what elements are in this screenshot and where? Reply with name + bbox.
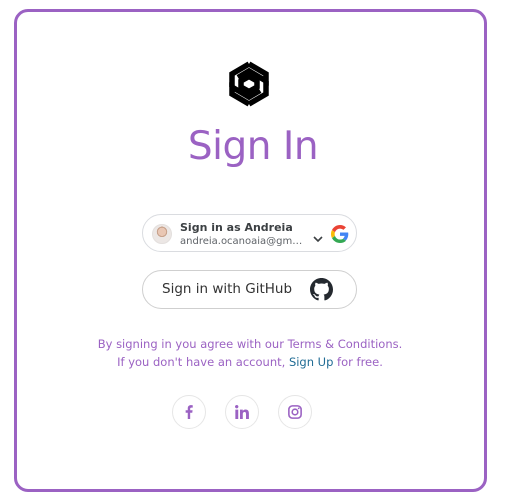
- chevron-down-icon[interactable]: [313, 235, 323, 243]
- google-signin-button[interactable]: Sign in as Andreia andreia.ocanoaia@gmai…: [142, 214, 357, 252]
- github-icon: [310, 278, 333, 301]
- instagram-button[interactable]: [278, 395, 312, 429]
- facebook-icon: [185, 405, 193, 419]
- page-title: Sign In: [187, 124, 319, 169]
- github-signin-label: Sign in with GitHub: [162, 281, 293, 297]
- brand-logo-icon: [229, 61, 269, 107]
- instagram-icon: [288, 405, 302, 419]
- google-icon: [331, 225, 349, 243]
- facebook-button[interactable]: [172, 395, 206, 429]
- user-avatar: [152, 224, 172, 244]
- signup-line: If you don't have an account, Sign Up fo…: [0, 353, 500, 371]
- google-account-email: andreia.ocanoaia@gmail.com: [180, 236, 307, 247]
- terms-line: By signing in you agree with our Terms &…: [97, 337, 403, 351]
- signup-link[interactable]: Sign Up: [289, 355, 333, 369]
- signup-suffix: for free.: [333, 355, 383, 369]
- terms-text: By signing in you agree with our Terms &…: [0, 335, 500, 371]
- linkedin-icon: [235, 405, 249, 419]
- linkedin-button[interactable]: [225, 395, 259, 429]
- github-signin-button[interactable]: Sign in with GitHub: [142, 270, 357, 309]
- google-account-name: Sign in as Andreia: [180, 221, 293, 234]
- signup-prefix: If you don't have an account,: [117, 355, 289, 369]
